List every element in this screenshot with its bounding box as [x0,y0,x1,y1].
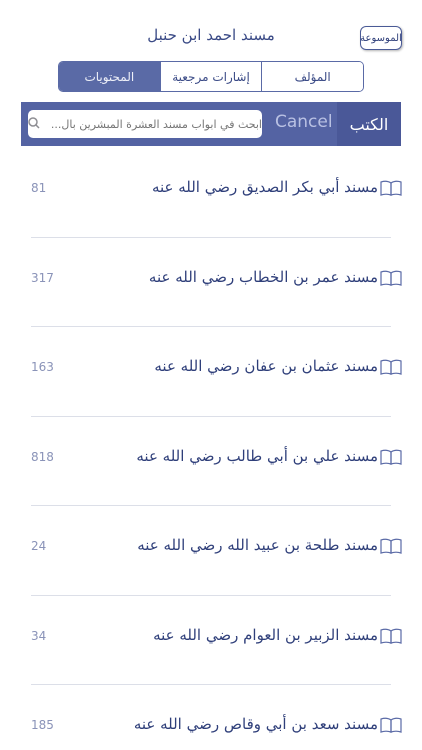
item-count: 317 [31,270,54,285]
search-input[interactable] [32,117,262,131]
item-count: 34 [31,628,47,643]
list-item[interactable]: مسند عثمان بن عفان رضي الله عنه 163 [0,327,422,417]
tab-author[interactable]: المؤلف [261,62,363,91]
item-count: 24 [31,539,47,553]
cancel-button[interactable]: Cancel [275,112,333,132]
open-book-icon [380,449,402,465]
item-title: مسند عمر بن الخطاب رضي الله عنه [148,267,378,286]
tab-bookmarks[interactable]: إشارات مرجعية [159,62,262,91]
search-icon [28,117,40,129]
list-item[interactable]: مسند عمر بن الخطاب رضي الله عنه 317 [0,238,422,327]
item-count: 818 [31,449,54,464]
segmented-control: المحتويات إشارات مرجعية المؤلف [58,61,364,92]
search-box[interactable] [28,110,262,138]
item-count: 185 [31,718,54,732]
open-book-icon [380,359,402,375]
tab-contents[interactable]: المحتويات [59,62,160,91]
contents-list: مسند أبي بكر الصديق رضي الله عنه 81 مسند… [0,148,422,750]
item-title: مسند سعد بن أبي وقاص رضي الله عنه [133,715,378,733]
list-item[interactable]: مسند طلحة بن عبيد الله رضي الله عنه 24 [0,506,422,596]
item-title: مسند طلحة بن عبيد الله رضي الله عنه [137,536,378,554]
list-item[interactable]: مسند أبي بكر الصديق رضي الله عنه 81 [0,148,422,238]
item-count: 163 [31,360,54,374]
open-book-icon [380,270,402,286]
header: مسند احمد ابن حنبل الموسوعة المحتويات إش… [0,0,422,100]
item-title: مسند علي بن أبي طالب رضي الله عنه [136,446,378,465]
encyclopedia-button[interactable]: الموسوعة [360,26,402,50]
item-title: مسند الزبير بن العوام رضي الله عنه [153,625,378,644]
item-title: مسند أبي بكر الصديق رضي الله عنه [151,178,378,196]
search-bar: Cancel الكتب [21,102,401,146]
open-book-icon [380,628,402,644]
open-book-icon [380,180,402,196]
item-title: مسند عثمان بن عفان رضي الله عنه [154,357,378,375]
list-item[interactable]: مسند الزبير بن العوام رضي الله عنه 34 [0,596,422,685]
list-item[interactable]: مسند علي بن أبي طالب رضي الله عنه 818 [0,417,422,506]
open-book-icon [380,538,402,554]
books-button[interactable]: الكتب [337,102,401,146]
item-count: 81 [31,181,47,195]
open-book-icon [380,717,402,733]
page-title: مسند احمد ابن حنبل [147,26,275,44]
list-item[interactable]: مسند سعد بن أبي وقاص رضي الله عنه 185 [0,685,422,750]
